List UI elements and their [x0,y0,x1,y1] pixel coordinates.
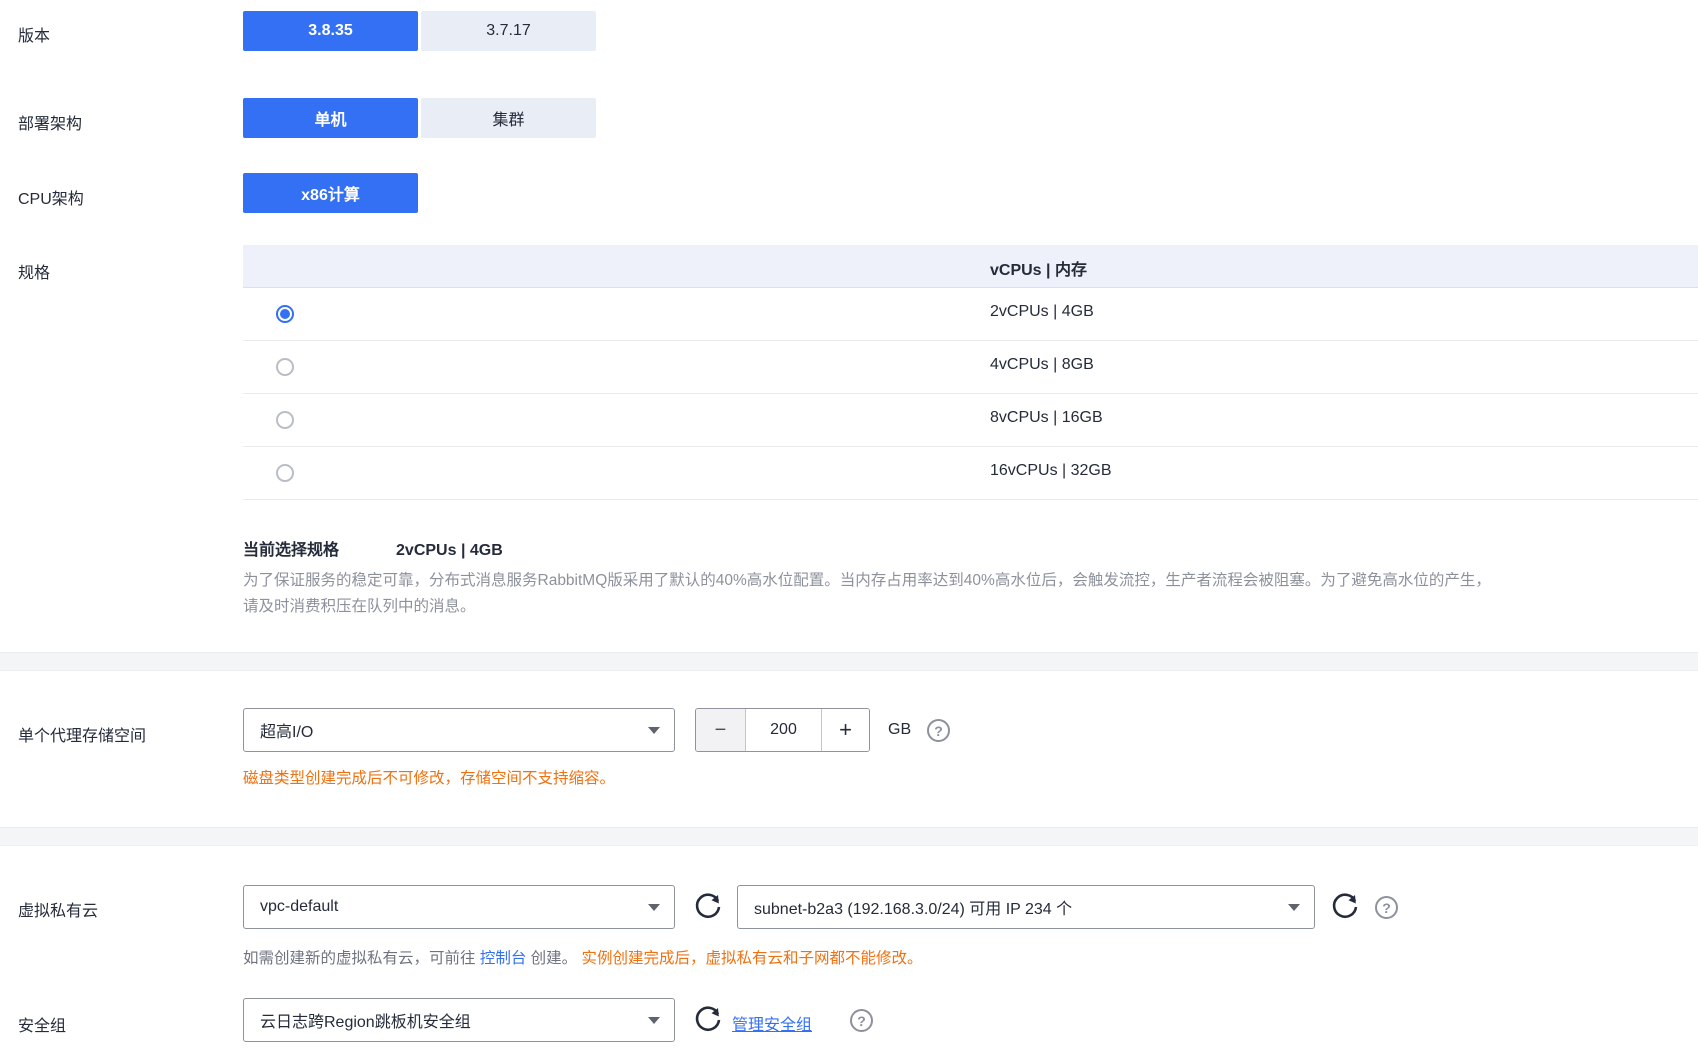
disk-type-select[interactable]: 超高I/O [243,708,675,752]
version-label: 版本 [18,22,50,46]
manage-security-group-link[interactable]: 管理安全组 [732,1017,812,1034]
subnet-value: subnet-b2a3 (192.168.3.0/24) 可用 IP 234 个 [754,895,1072,919]
section-divider [0,652,1698,671]
chevron-down-icon [1288,904,1300,911]
rabbitmq-instance-config-form: 版本 3.8.35 3.7.17 部署架构 单机 集群 CPU架构 x86计算 … [0,0,1698,1055]
spec-row-4vcpu[interactable]: 4vCPUs | 8GB [243,341,1698,394]
spec-table-header: vCPUs | 内存 [243,245,1698,288]
radio-unselected-icon[interactable] [276,464,294,482]
chevron-down-icon [648,904,660,911]
refresh-icon[interactable] [1330,892,1360,922]
architecture-option-cluster[interactable]: 集群 [421,98,596,138]
refresh-icon[interactable] [693,1005,723,1035]
version-segment-group: 3.8.35 3.7.17 [243,11,599,51]
radio-unselected-icon[interactable] [276,358,294,376]
architecture-option-single[interactable]: 单机 [243,98,418,138]
security-group-value: 云日志跨Region跳板机安全组 [260,1008,471,1032]
spec-row-8vcpu[interactable]: 8vCPUs | 16GB [243,394,1698,447]
spec-description-line1: 为了保证服务的稳定可靠，分布式消息服务RabbitMQ版采用了默认的40%高水位… [243,568,1693,594]
storage-label: 单个代理存储空间 [18,722,146,746]
cpu-arch-segment-group: x86计算 [243,173,421,213]
vpc-hint-warning: 实例创建完成后，虚拟私有云和子网都不能修改。 [581,950,922,967]
decrease-button[interactable]: − [696,709,746,751]
vpc-help-icon[interactable]: ? [1375,896,1398,919]
spec-column-header: vCPUs | 内存 [990,256,1087,280]
spec-label: 规格 [18,259,50,283]
spec-row-2vcpu[interactable]: 2vCPUs | 4GB [243,288,1698,341]
spec-cell: 4vCPUs | 8GB [990,356,1094,374]
manage-security-group-wrap: 管理安全组 [732,1011,812,1035]
storage-warning-text: 磁盘类型创建完成后不可修改，存储空间不支持缩容。 [243,766,615,788]
storage-size-input[interactable] [746,709,821,751]
vpc-select[interactable]: vpc-default [243,885,675,929]
refresh-icon[interactable] [693,892,723,922]
section-divider [0,827,1698,846]
vpc-value: vpc-default [260,898,338,916]
disk-type-value: 超高I/O [260,718,313,742]
version-option-3717[interactable]: 3.7.17 [421,11,596,51]
architecture-label: 部署架构 [18,110,82,134]
spec-cell: 8vCPUs | 16GB [990,409,1103,427]
current-spec-value: 2vCPUs | 4GB [396,542,503,559]
chevron-down-icon [648,727,660,734]
console-link[interactable]: 控制台 [480,950,527,967]
radio-unselected-icon[interactable] [276,411,294,429]
security-group-select[interactable]: 云日志跨Region跳板机安全组 [243,998,675,1042]
security-group-label: 安全组 [18,1012,66,1036]
security-group-help-icon[interactable]: ? [850,1009,873,1032]
vpc-label: 虚拟私有云 [18,897,98,921]
radio-selected-icon[interactable] [276,305,294,323]
spec-row-16vcpu[interactable]: 16vCPUs | 32GB [243,447,1698,500]
storage-help-icon[interactable]: ? [927,719,950,742]
version-option-3835[interactable]: 3.8.35 [243,11,418,51]
spec-cell: 2vCPUs | 4GB [990,303,1094,321]
increase-button[interactable]: + [821,709,869,751]
storage-unit-label: GB [888,721,911,739]
spec-table: vCPUs | 内存 2vCPUs | 4GB 4vCPUs | 8GB 8vC… [243,245,1698,500]
vpc-hint: 如需创建新的虚拟私有云，可前往 控制台 创建。 实例创建完成后，虚拟私有云和子网… [243,946,922,968]
cpu-arch-label: CPU架构 [18,185,84,209]
vpc-hint-prefix: 如需创建新的虚拟私有云，可前往 [243,950,480,967]
spec-description-line2: 请及时消费积压在队列中的消息。 [243,594,1693,620]
chevron-down-icon [648,1017,660,1024]
spec-cell: 16vCPUs | 32GB [990,462,1112,480]
cpu-arch-option-x86[interactable]: x86计算 [243,173,418,213]
storage-size-stepper: − + [695,708,870,752]
vpc-hint-suffix: 创建。 [526,950,581,967]
architecture-segment-group: 单机 集群 [243,98,599,138]
current-spec: 当前选择规格 2vCPUs | 4GB [243,536,503,560]
subnet-select[interactable]: subnet-b2a3 (192.168.3.0/24) 可用 IP 234 个 [737,885,1315,929]
current-spec-label: 当前选择规格 [243,542,339,559]
